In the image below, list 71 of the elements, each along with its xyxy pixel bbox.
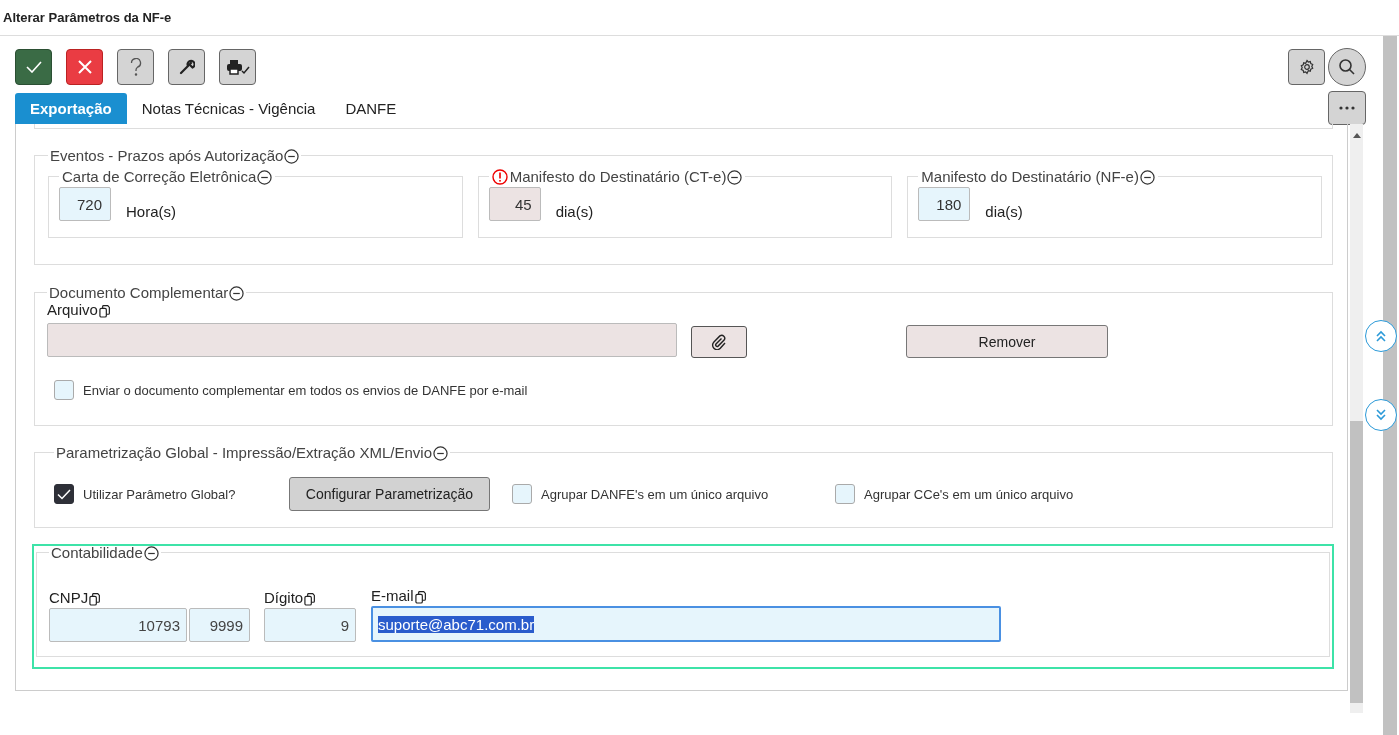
tools-button[interactable] [168,49,205,85]
copy-icon[interactable] [98,305,110,318]
checkbox[interactable] [54,380,74,400]
field-label: E-mail [371,587,414,604]
close-icon [77,60,92,74]
section-title: Documento Complementar [49,284,229,301]
window-title: Alterar Parâmetros da NF-e [0,0,1399,36]
field-label: CNPJ [49,589,89,606]
collapse-icon[interactable] [229,286,245,301]
checkbox-label: Enviar o documento complementar em todos os envios de DANFE por e-mail [83,382,528,398]
checkbox-label: Agrupar CCe's em um único arquivo [864,486,1074,502]
unit-label: dia(s) [985,203,1023,220]
cancel-button[interactable] [66,49,103,85]
scroll-up-arrow-icon[interactable] [1352,132,1361,138]
cnpj-field[interactable]: 9999 [189,608,250,642]
cnpj-field[interactable]: 10793 [49,608,187,642]
checkbox[interactable] [512,484,532,504]
check-icon [25,61,42,73]
number-field[interactable]: 180 [918,187,971,221]
collapse-icon[interactable] [284,149,300,164]
help-icon [129,58,142,76]
checkbox[interactable] [835,484,855,504]
copy-icon[interactable] [89,593,101,606]
section-title: Parametrização Global - Impressão/Extração XML/Envio [56,444,432,461]
collapse-icon[interactable] [1139,170,1155,185]
field-label: Dígito [264,589,304,606]
settings-icon [1298,59,1315,75]
confirm-button[interactable] [15,49,52,85]
double-chevron-up-icon [1375,330,1387,342]
collapse-icon[interactable] [727,170,743,185]
unit-label: Hora(s) [126,203,176,220]
print-button[interactable] [219,49,256,85]
number-field[interactable]: 720 [59,187,111,221]
scrollbar[interactable] [1350,124,1363,713]
attach-button[interactable] [691,325,747,358]
search-icon [1338,58,1356,76]
checkbox-label: Agrupar DANFE's em um único arquivo [541,486,769,502]
file-field[interactable] [47,322,677,357]
more-icon [1339,106,1355,110]
remove-button[interactable]: Remover [906,325,1108,358]
help-button[interactable] [117,49,154,85]
double-chevron-down-icon [1375,409,1387,421]
paperclip-icon [711,333,727,350]
unit-label: dia(s) [555,203,594,220]
collapse-icon[interactable] [433,446,448,461]
checkbox-label: Utilizar Parâmetro Global? [83,487,237,501]
checkbox[interactable] [54,484,74,504]
wrench-icon [178,59,195,75]
collapse-icon[interactable] [143,546,159,561]
more-button[interactable] [1328,91,1366,125]
configure-button[interactable]: Configurar Parametrização [289,477,490,511]
settings-button[interactable] [1288,49,1325,85]
group-title: Manifesto do Destinatário (NF-e) [921,168,1139,185]
scroll-down-button[interactable] [1365,399,1397,431]
section-title: Eventos - Prazos após Autorização [50,147,284,164]
group-title: Carta de Correção Eletrônica [62,168,257,185]
scroll-up-button[interactable] [1365,320,1397,352]
field-label: Arquivo [47,301,98,318]
section-title: Contabilidade [51,544,143,561]
digit-field[interactable]: 9 [264,608,356,642]
search-button[interactable] [1328,48,1366,86]
scrollbar[interactable] [1383,36,1397,735]
printer-icon [225,59,250,75]
tab[interactable]: Notas Técnicas - Vigência [126,93,331,124]
tab[interactable]: Exportação [15,93,127,124]
email-field[interactable]: suporte@abc71.com.br [371,606,1001,642]
collapse-icon[interactable] [257,170,273,185]
copy-icon[interactable] [414,591,426,604]
group-title: Manifesto do Destinatário (CT-e) [509,168,727,185]
tab[interactable]: DANFE [330,93,412,124]
copy-icon[interactable] [304,593,316,606]
